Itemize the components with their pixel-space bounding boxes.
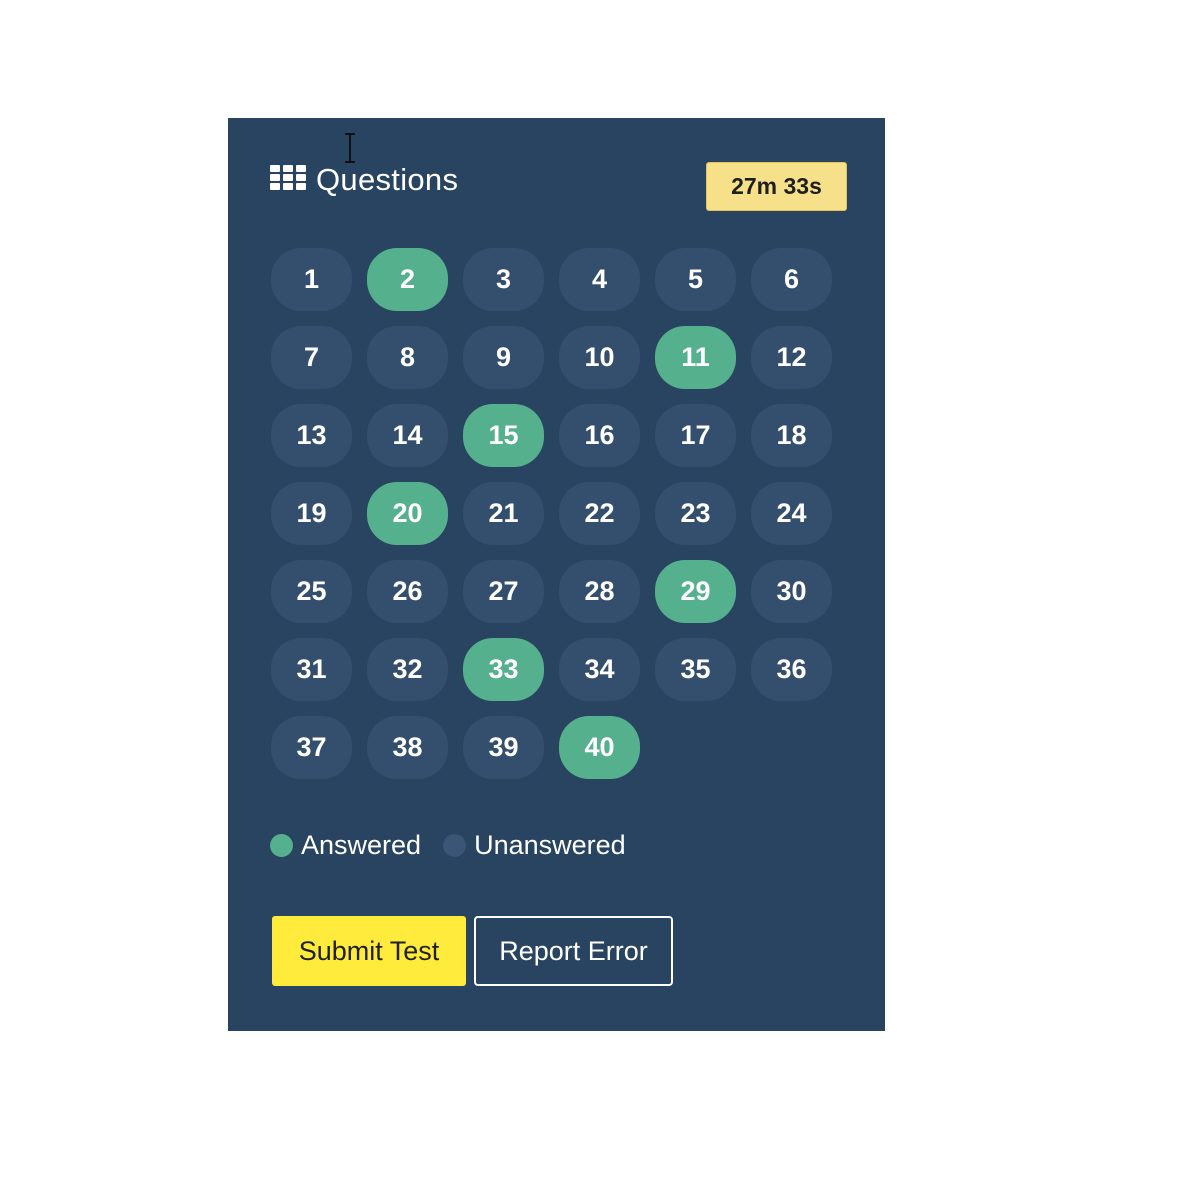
question-button-22[interactable]: 22 [559, 482, 640, 545]
report-error-button[interactable]: Report Error [474, 916, 673, 986]
question-button-10[interactable]: 10 [559, 326, 640, 389]
question-button-24[interactable]: 24 [751, 482, 832, 545]
legend-answered-label: Answered [301, 830, 422, 860]
question-button-8[interactable]: 8 [367, 326, 448, 389]
text-cursor-icon [345, 133, 355, 163]
question-button-29[interactable]: 29 [655, 560, 736, 623]
question-button-31[interactable]: 31 [271, 638, 352, 701]
question-button-27[interactable]: 27 [463, 560, 544, 623]
question-button-11[interactable]: 11 [655, 326, 736, 389]
question-button-15[interactable]: 15 [463, 404, 544, 467]
question-button-39[interactable]: 39 [463, 716, 544, 779]
panel-header: Questions [270, 162, 458, 198]
question-button-36[interactable]: 36 [751, 638, 832, 701]
question-button-17[interactable]: 17 [655, 404, 736, 467]
question-button-4[interactable]: 4 [559, 248, 640, 311]
submit-test-button[interactable]: Submit Test [272, 916, 466, 986]
legend-unanswered-label: Unanswered [474, 830, 626, 860]
question-button-25[interactable]: 25 [271, 560, 352, 623]
question-button-19[interactable]: 19 [271, 482, 352, 545]
legend-answered: Answered [270, 830, 421, 861]
unanswered-dot-icon [443, 834, 467, 857]
panel-title: Questions [316, 162, 459, 197]
question-button-14[interactable]: 14 [367, 404, 448, 467]
question-button-33[interactable]: 33 [463, 638, 544, 701]
question-button-23[interactable]: 23 [655, 482, 736, 545]
question-button-37[interactable]: 37 [271, 716, 352, 779]
question-button-21[interactable]: 21 [463, 482, 544, 545]
question-button-20[interactable]: 20 [367, 482, 448, 545]
grid-icon [270, 164, 306, 192]
question-button-28[interactable]: 28 [559, 560, 640, 623]
question-button-2[interactable]: 2 [367, 248, 448, 311]
question-button-16[interactable]: 16 [559, 404, 640, 467]
question-button-13[interactable]: 13 [271, 404, 352, 467]
question-button-9[interactable]: 9 [463, 326, 544, 389]
question-button-35[interactable]: 35 [655, 638, 736, 701]
question-button-12[interactable]: 12 [751, 326, 832, 389]
question-button-26[interactable]: 26 [367, 560, 448, 623]
legend-unanswered: Unanswered [443, 830, 626, 861]
legend: Answered Unanswered [270, 830, 648, 861]
question-button-34[interactable]: 34 [559, 638, 640, 701]
question-button-7[interactable]: 7 [271, 326, 352, 389]
question-navigator-panel: Questions 27m 33s 1 2 3 4 5 6 7 8 9 10 11 12 13 14 15 1… [228, 118, 885, 1031]
question-button-18[interactable]: 18 [751, 404, 832, 467]
answered-dot-icon [270, 834, 293, 857]
question-button-6[interactable]: 6 [751, 248, 832, 311]
question-button-1[interactable]: 1 [271, 248, 352, 311]
question-button-38[interactable]: 38 [367, 716, 448, 779]
question-button-30[interactable]: 30 [751, 560, 832, 623]
question-button-32[interactable]: 32 [367, 638, 448, 701]
question-button-5[interactable]: 5 [655, 248, 736, 311]
timer-badge: 27m 33s [706, 162, 847, 211]
question-button-3[interactable]: 3 [463, 248, 544, 311]
question-button-40[interactable]: 40 [559, 716, 640, 779]
question-grid: 1 2 3 4 5 6 7 8 9 10 11 12 13 14 15 16 17 18 19 20 21 22 23 24 2… [271, 248, 832, 779]
